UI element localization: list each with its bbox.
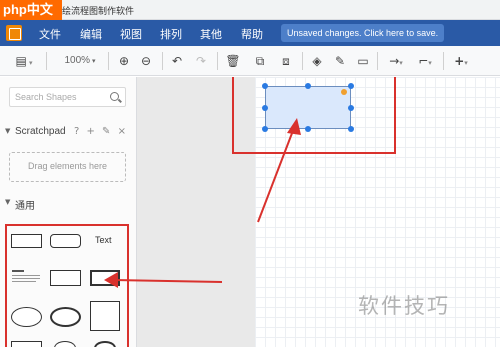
delete-icon[interactable]: 🗑 xyxy=(224,52,242,70)
menu-edit[interactable]: 编辑 xyxy=(80,26,102,42)
search-placeholder: Search Shapes xyxy=(15,92,77,102)
format-panel-icon[interactable]: ▤ ▾ xyxy=(10,52,38,70)
app-logo-icon xyxy=(6,25,22,41)
fill-color-icon[interactable]: ◈ xyxy=(308,52,326,70)
toolbar-divider xyxy=(162,52,163,70)
collapse-arrow-icon: ▼ xyxy=(5,198,11,206)
shadow-icon[interactable]: ▭ xyxy=(354,52,372,70)
collapse-arrow-icon: ▼ xyxy=(5,127,11,135)
to-front-icon[interactable]: ⧉ xyxy=(251,52,269,70)
toolbar-divider xyxy=(217,52,218,70)
waypoint-icon[interactable]: ⌐▾ xyxy=(412,52,438,70)
scratchpad-tools[interactable]: ? + ✎ × xyxy=(74,126,128,137)
highlight-box-palette xyxy=(5,224,129,347)
menu-help[interactable]: 帮助 xyxy=(241,26,263,42)
toolbar-divider xyxy=(302,52,303,70)
toolbar-divider xyxy=(46,52,47,70)
unsaved-changes-button[interactable]: Unsaved changes. Click here to save. xyxy=(281,24,445,42)
menu-extras[interactable]: 其他 xyxy=(200,26,222,42)
search-shapes-input[interactable]: Search Shapes xyxy=(9,87,126,107)
search-icon[interactable] xyxy=(110,92,119,101)
scratchpad-header[interactable]: ▼ Scratchpad ? + ✎ × xyxy=(0,122,136,142)
menu-file[interactable]: 文件 xyxy=(39,26,61,42)
to-back-icon[interactable]: ⧈ xyxy=(277,52,295,70)
window-title: 绘流程图制作软件 xyxy=(62,7,135,17)
zoom-in-icon[interactable]: ⊕ xyxy=(115,52,133,70)
menu-arrange[interactable]: 排列 xyxy=(160,26,182,42)
zoom-out-icon[interactable]: ⊖ xyxy=(137,52,155,70)
undo-icon[interactable]: ↶ xyxy=(168,52,186,70)
scratchpad-title: Scratchpad xyxy=(15,126,66,137)
line-color-icon[interactable]: ✎ xyxy=(331,52,349,70)
site-watermark: php中文网 xyxy=(0,0,62,37)
title-bar: php中文网 绘流程图制作软件 xyxy=(0,0,500,37)
toolbar-divider xyxy=(443,52,444,70)
toolbar-divider xyxy=(108,52,109,70)
general-header[interactable]: ▼ 通用 xyxy=(0,193,136,213)
shapes-sidebar: Search Shapes ▼ Scratchpad ? + ✎ × Drag … xyxy=(0,77,137,347)
insert-icon[interactable]: +▾ xyxy=(449,52,473,70)
scratchpad-dropzone[interactable]: Drag elements here xyxy=(9,152,126,182)
drop-hint: Drag elements here xyxy=(27,161,108,171)
toolbar: ▤ ▾ 100% ▾ ⊕ ⊖ ↶ ↷ 🗑 ⧉ ⧈ ◈ ✎ ▭ →▾ ⌐▾ +▾ xyxy=(0,46,500,76)
highlight-box-canvas xyxy=(232,77,396,154)
connection-icon[interactable]: →▾ xyxy=(383,52,409,70)
general-title: 通用 xyxy=(15,201,35,212)
zoom-select[interactable]: 100% ▾ xyxy=(56,52,104,70)
corner-watermark: 软件技巧 xyxy=(358,294,450,318)
redo-icon[interactable]: ↷ xyxy=(192,52,210,70)
menu-view[interactable]: 视图 xyxy=(120,26,142,42)
toolbar-divider xyxy=(377,52,378,70)
menu-bar: 文件 编辑 视图 排列 其他 帮助 Unsaved changes. Click… xyxy=(0,20,500,46)
